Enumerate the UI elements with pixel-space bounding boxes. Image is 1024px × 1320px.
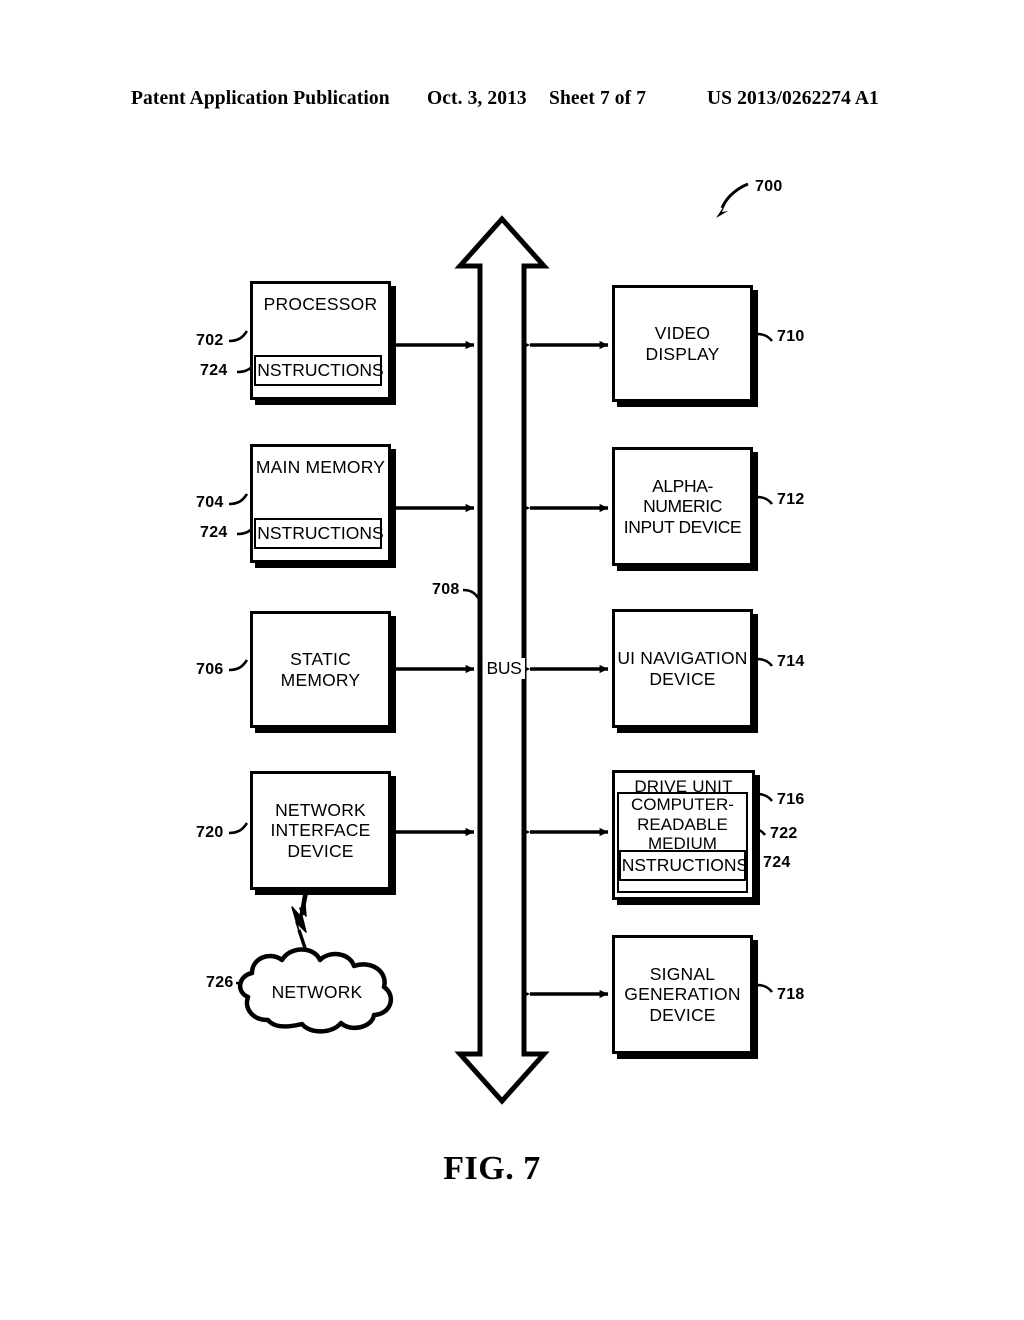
- refnum-724-processor: 724: [200, 362, 228, 379]
- refnum-714: 714: [777, 653, 805, 670]
- block-alpha-numeric-input-device-title: ALPHA-NUMERIC INPUT DEVICE: [623, 476, 742, 537]
- block-processor-instructions[interactable]: INSTRUCTIONS: [252, 355, 384, 386]
- block-drive-unit-instructions[interactable]: INSTRUCTIONS: [616, 850, 749, 881]
- refnum-724-main-memory: 724: [200, 524, 228, 541]
- refnum-704: 704: [196, 494, 224, 511]
- block-video-display[interactable]: VIDEO DISPLAY: [612, 285, 753, 402]
- refnum-724-drive-unit: 724: [763, 854, 791, 871]
- block-drive-unit-instructions-label: INSTRUCTIONS: [616, 855, 749, 876]
- block-processor-title: PROCESSOR: [263, 294, 378, 314]
- bus-label: BUS: [483, 658, 525, 679]
- block-video-display-title: VIDEO DISPLAY: [645, 323, 720, 364]
- block-signal-generation-device[interactable]: SIGNAL GENERATION DEVICE: [612, 935, 753, 1054]
- refnum-716: 716: [777, 791, 805, 808]
- page-header: Patent Application Publication Oct. 3, 2…: [0, 88, 1024, 116]
- block-static-memory-title: STATIC MEMORY: [280, 649, 361, 690]
- refnum-718: 718: [777, 986, 805, 1003]
- header-sheet: Sheet 7 of 7: [549, 88, 647, 109]
- block-ui-navigation-device[interactable]: UI NAVIGATION DEVICE: [612, 609, 753, 728]
- right-bus-connectors: [521, 340, 609, 999]
- refnum-712: 712: [777, 491, 805, 508]
- refnum-708: 708: [432, 581, 460, 598]
- block-computer-readable-medium-label: COMPUTER- READABLE MEDIUM: [631, 795, 734, 854]
- figure-caption-text: FIG. 7: [443, 1150, 541, 1187]
- header-date: Oct. 3, 2013: [427, 88, 527, 109]
- header-patent-number: US 2013/0262274 A1: [707, 88, 879, 109]
- block-main-memory-instructions[interactable]: INSTRUCTIONS: [252, 518, 384, 549]
- refnum-722: 722: [770, 825, 798, 842]
- block-static-memory[interactable]: STATIC MEMORY: [250, 611, 391, 728]
- system-ref-leader: [716, 182, 749, 218]
- refnum-726: 726: [206, 974, 234, 991]
- block-main-memory-instructions-label: INSTRUCTIONS: [252, 523, 384, 544]
- block-network-interface-device-title: NETWORK INTERFACE DEVICE: [270, 800, 371, 861]
- refnum-720: 720: [196, 824, 224, 841]
- refnum-710: 710: [777, 328, 805, 345]
- block-main-memory-title: MAIN MEMORY: [255, 457, 386, 477]
- block-network-interface-device[interactable]: NETWORK INTERFACE DEVICE: [250, 771, 391, 890]
- network-lightning-connector: [291, 888, 312, 964]
- block-alpha-numeric-input-device[interactable]: ALPHA-NUMERIC INPUT DEVICE: [612, 447, 753, 566]
- block-ui-navigation-device-title: UI NAVIGATION DEVICE: [617, 648, 748, 689]
- figure-caption: FIG. 7: [0, 1150, 1024, 1188]
- refnum-706: 706: [196, 661, 224, 678]
- refnum-700: 700: [755, 178, 783, 195]
- network-cloud-label: NETWORK: [271, 982, 363, 1002]
- refnum-702: 702: [196, 332, 224, 349]
- block-processor-instructions-label: INSTRUCTIONS: [252, 360, 384, 381]
- header-publication: Patent Application Publication: [131, 88, 390, 109]
- block-signal-generation-device-title: SIGNAL GENERATION DEVICE: [624, 964, 741, 1025]
